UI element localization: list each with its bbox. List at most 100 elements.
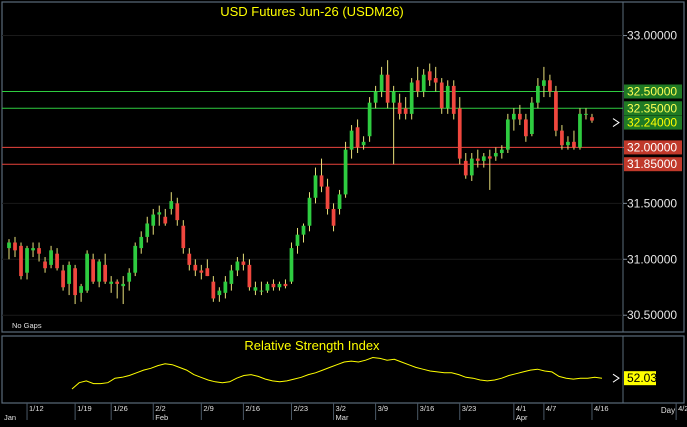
candle-up xyxy=(133,242,138,277)
date-tick-label: 4/27 xyxy=(678,404,687,413)
candle-body xyxy=(379,74,384,92)
candle-body xyxy=(427,71,432,81)
date-tick-label: 2/16 xyxy=(245,404,260,413)
rsi-chart-title: Relative Strength Index xyxy=(244,338,380,353)
candle-body xyxy=(590,117,594,121)
candle-body xyxy=(181,225,186,249)
candle-body xyxy=(61,270,65,288)
candle-body xyxy=(271,283,276,288)
candle-body xyxy=(157,212,162,215)
candle-body xyxy=(445,85,450,109)
candle-up xyxy=(85,250,89,293)
candle-body xyxy=(331,208,336,226)
candle-body xyxy=(169,201,174,209)
month-label: Apr xyxy=(516,413,528,422)
candle-body xyxy=(211,281,216,299)
candle-body xyxy=(187,253,192,265)
candle-body xyxy=(145,223,150,237)
candle-up xyxy=(409,78,414,120)
candle-up xyxy=(289,242,294,284)
date-tick-label: 2/2 xyxy=(155,404,165,413)
price-chart-title: USD Futures Jun-26 (USDM26) xyxy=(220,4,404,19)
candle-body xyxy=(247,264,252,288)
date-tick-label: 2/9 xyxy=(203,404,213,413)
candle-body xyxy=(505,119,510,150)
candle-body xyxy=(115,281,120,284)
date-tick-label: 4/7 xyxy=(546,404,556,413)
month-label: Jan xyxy=(4,413,16,422)
reference-label: 32.50000 xyxy=(627,84,677,98)
candle-body xyxy=(319,175,324,187)
candle-body xyxy=(25,248,29,273)
candle-body xyxy=(578,113,582,148)
candle-body xyxy=(373,91,378,103)
candle-down xyxy=(19,242,23,280)
candle-body xyxy=(355,127,360,148)
candle-body xyxy=(79,286,83,293)
candle-body xyxy=(463,160,468,176)
chart-window: 33.00000 32.50000 32.00000 31.50000 31.00000… xyxy=(0,0,687,422)
candle-body xyxy=(295,234,300,246)
date-tick-label: 1/19 xyxy=(77,404,92,413)
candle-body xyxy=(307,197,312,226)
candle-body xyxy=(103,264,108,282)
candle-body xyxy=(199,270,204,273)
candle-body xyxy=(325,186,330,209)
candle-body xyxy=(67,264,71,284)
period-label: Day xyxy=(661,406,675,415)
candle-body xyxy=(584,113,588,115)
price-tick-label: 31.00000 xyxy=(627,252,677,266)
candle-body xyxy=(367,102,372,137)
candle-body xyxy=(361,141,366,146)
chart-canvas: 33.00000 32.50000 32.00000 31.50000 31.00000… xyxy=(0,0,687,422)
candle-body xyxy=(397,102,402,114)
candle-body xyxy=(415,80,420,92)
candle-body xyxy=(127,272,132,282)
candle-body xyxy=(289,248,294,282)
candle-up xyxy=(505,113,510,154)
candle-body xyxy=(566,141,570,146)
price-tick-label: 33.00000 xyxy=(627,29,677,43)
candle-body xyxy=(475,158,480,161)
candle-body xyxy=(511,113,516,120)
candle-body xyxy=(73,268,77,296)
candle-body xyxy=(403,108,408,114)
last-price-label: 32.24000 xyxy=(627,116,677,130)
candle-body xyxy=(139,236,144,249)
candle-body xyxy=(439,82,444,109)
candle-body xyxy=(517,113,522,120)
candle-body xyxy=(259,290,264,292)
candle-body xyxy=(493,153,498,157)
candle-body xyxy=(433,78,438,83)
candle-body xyxy=(175,203,180,221)
date-tick-label: 1/26 xyxy=(113,404,128,413)
candle-body xyxy=(451,85,456,114)
candle-body xyxy=(217,290,222,296)
candle-body xyxy=(409,82,414,114)
candle-body xyxy=(205,268,210,277)
reference-label: 32.35000 xyxy=(627,101,677,115)
candle-body xyxy=(265,283,270,291)
candle-up xyxy=(578,108,582,150)
rsi-value-label: 52.03 xyxy=(627,371,657,385)
candle-body xyxy=(253,287,258,291)
date-tick-label: 3/2 xyxy=(336,404,346,413)
candle-body xyxy=(548,80,552,92)
candle-up xyxy=(530,97,534,137)
candle-body xyxy=(235,261,240,271)
candle-body xyxy=(481,156,486,161)
candle-body xyxy=(133,245,138,273)
candle-body xyxy=(193,264,198,271)
month-label: Mar xyxy=(336,413,349,422)
candle-body xyxy=(241,261,246,265)
candle-body xyxy=(301,225,306,235)
candle-body xyxy=(554,91,558,131)
candle-body xyxy=(524,119,528,137)
reference-label: 31.85000 xyxy=(627,157,677,171)
candle-body xyxy=(19,245,23,277)
candle-body xyxy=(121,283,126,287)
candle-down xyxy=(554,85,558,137)
candle-body xyxy=(313,175,318,198)
date-tick-label: 3/9 xyxy=(378,404,388,413)
candle-body xyxy=(13,242,17,251)
